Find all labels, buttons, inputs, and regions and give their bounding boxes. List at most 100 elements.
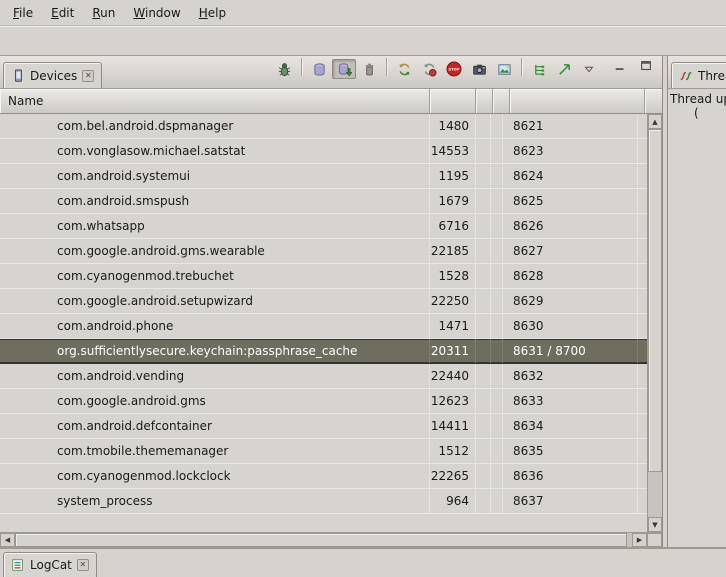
cell-rest: [638, 489, 647, 513]
cell-pid: 14411: [430, 414, 476, 438]
cell-name: com.android.smspush: [0, 189, 430, 213]
cell-name: com.google.android.gms.wearable: [0, 239, 430, 263]
cell-c4: [491, 314, 503, 338]
table-row[interactable]: com.android.smspush1679 8625: [0, 189, 647, 214]
cell-port: 8637: [503, 489, 638, 513]
cell-port: 8627: [503, 239, 638, 263]
cell-c3: [476, 214, 491, 238]
cell-rest: [638, 414, 647, 438]
menu-edit[interactable]: Edit: [42, 2, 83, 24]
table-row[interactable]: com.google.android.gms126238633: [0, 389, 647, 414]
table-row[interactable]: org.sufficientlysecure.keychain:passphra…: [0, 339, 647, 364]
vertical-scrollbar[interactable]: ▲ ▼: [647, 114, 662, 532]
tab-threads[interactable]: Threads: [671, 62, 726, 88]
vertical-scroll-thumb[interactable]: [648, 129, 662, 472]
column-header-blank1: [476, 89, 493, 113]
scroll-down-icon[interactable]: ▼: [648, 517, 662, 532]
cell-rest: [638, 114, 647, 138]
screen-capture-icon[interactable]: [467, 59, 491, 79]
pixel-perfect-icon[interactable]: [552, 59, 576, 79]
view-menu-icon[interactable]: [577, 59, 601, 79]
cell-c3: [476, 139, 491, 163]
scroll-right-icon[interactable]: ▶: [632, 533, 647, 547]
close-icon[interactable]: ✕: [77, 559, 89, 571]
cell-c4: [491, 489, 503, 513]
horizontal-scroll-thumb[interactable]: [15, 533, 627, 547]
devices-tab-bar: Devices ✕: [0, 56, 662, 89]
menubar: File Edit Run Window Help: [0, 0, 726, 26]
table-row[interactable]: com.cyanogenmod.trebuchet15288628: [0, 264, 647, 289]
devices-panel: Devices ✕: [0, 56, 663, 547]
cell-port: 8636: [503, 464, 638, 488]
toolbar-separator: [521, 58, 522, 76]
cell-pid: 1528: [430, 264, 476, 288]
column-header-name[interactable]: Name: [0, 89, 430, 113]
cell-name: com.cyanogenmod.trebuchet: [0, 264, 430, 288]
table-header-row: Name: [0, 89, 662, 114]
table-row[interactable]: com.tmobile.thememanager15128635: [0, 439, 647, 464]
cell-c4: [491, 464, 503, 488]
cell-pid: 1679: [430, 189, 476, 213]
scroll-up-icon[interactable]: ▲: [648, 114, 662, 129]
table-row[interactable]: com.bel.android.dspmanager14808621: [0, 114, 647, 139]
table-row[interactable]: com.vonglasow.michael.satstat145538623: [0, 139, 647, 164]
debug-icon[interactable]: [272, 59, 296, 79]
column-header-port[interactable]: [510, 89, 645, 113]
cell-c3: [476, 464, 491, 488]
cell-c3: [476, 289, 491, 313]
menu-help[interactable]: Help: [190, 2, 235, 24]
toolbar-separator: [301, 58, 302, 76]
stop-process-icon[interactable]: STOP: [442, 59, 466, 79]
cell-c3: [476, 164, 491, 188]
dump-view-hierarchy-icon[interactable]: [492, 59, 516, 79]
column-header-pid[interactable]: [430, 89, 476, 113]
cell-rest: [638, 189, 647, 213]
application-window: File Edit Run Window Help Devices ✕: [0, 0, 726, 577]
cell-port: 8625: [503, 189, 638, 213]
tab-devices[interactable]: Devices ✕: [3, 62, 102, 88]
threads-icon: [679, 69, 693, 83]
hierarchy-viewer-icon[interactable]: [527, 59, 551, 79]
maximize-icon[interactable]: [634, 56, 658, 76]
cell-pid: 22440: [430, 364, 476, 388]
cell-port: 8633: [503, 389, 638, 413]
menu-window[interactable]: Window: [124, 2, 189, 24]
logcat-icon: [11, 558, 25, 572]
table-row[interactable]: com.cyanogenmod.lockclock222658636: [0, 464, 647, 489]
table-row[interactable]: com.android.vending224408632: [0, 364, 647, 389]
cell-c4: [491, 364, 503, 388]
cause-gc-icon[interactable]: [357, 59, 381, 79]
cell-rest: [638, 339, 647, 363]
menu-file[interactable]: File: [4, 2, 42, 24]
cell-port: 8623: [503, 139, 638, 163]
table-row[interactable]: com.android.defcontainer144118634: [0, 414, 647, 439]
cell-c4: [491, 164, 503, 188]
update-threads-icon[interactable]: [392, 59, 416, 79]
cell-pid: 22185: [430, 239, 476, 263]
table-row[interactable]: com.android.systemui11958624: [0, 164, 647, 189]
cell-pid: 12623: [430, 389, 476, 413]
table-row[interactable]: com.google.android.gms.wearable22185 8627: [0, 239, 647, 264]
device-rows: com.bel.android.dspmanager14808621com.vo…: [0, 114, 647, 532]
tab-logcat[interactable]: LogCat ✕: [3, 552, 97, 577]
cell-c3: [476, 364, 491, 388]
update-heap-icon[interactable]: [307, 59, 331, 79]
cell-rest: [638, 214, 647, 238]
tab-threads-label: Threads: [698, 69, 726, 83]
vertical-scroll-track[interactable]: [648, 472, 662, 517]
cell-c3: [476, 489, 491, 513]
toolbar-separator: [386, 58, 387, 76]
dump-hprof-icon[interactable]: [332, 59, 356, 79]
start-method-profiling-icon[interactable]: [417, 59, 441, 79]
menu-run[interactable]: Run: [83, 2, 124, 24]
cell-pid: 6716: [430, 214, 476, 238]
horizontal-scrollbar[interactable]: ◀ ▶: [0, 533, 647, 547]
threads-message-line2: (: [670, 106, 724, 120]
scroll-left-icon[interactable]: ◀: [0, 533, 15, 547]
table-row[interactable]: com.google.android.setupwizard222508629: [0, 289, 647, 314]
table-row[interactable]: com.android.phone14718630: [0, 314, 647, 339]
minimize-icon[interactable]: [608, 56, 632, 76]
close-icon[interactable]: ✕: [82, 70, 94, 82]
table-row[interactable]: system_process9648637: [0, 489, 647, 514]
table-row[interactable]: com.whatsapp67168626: [0, 214, 647, 239]
